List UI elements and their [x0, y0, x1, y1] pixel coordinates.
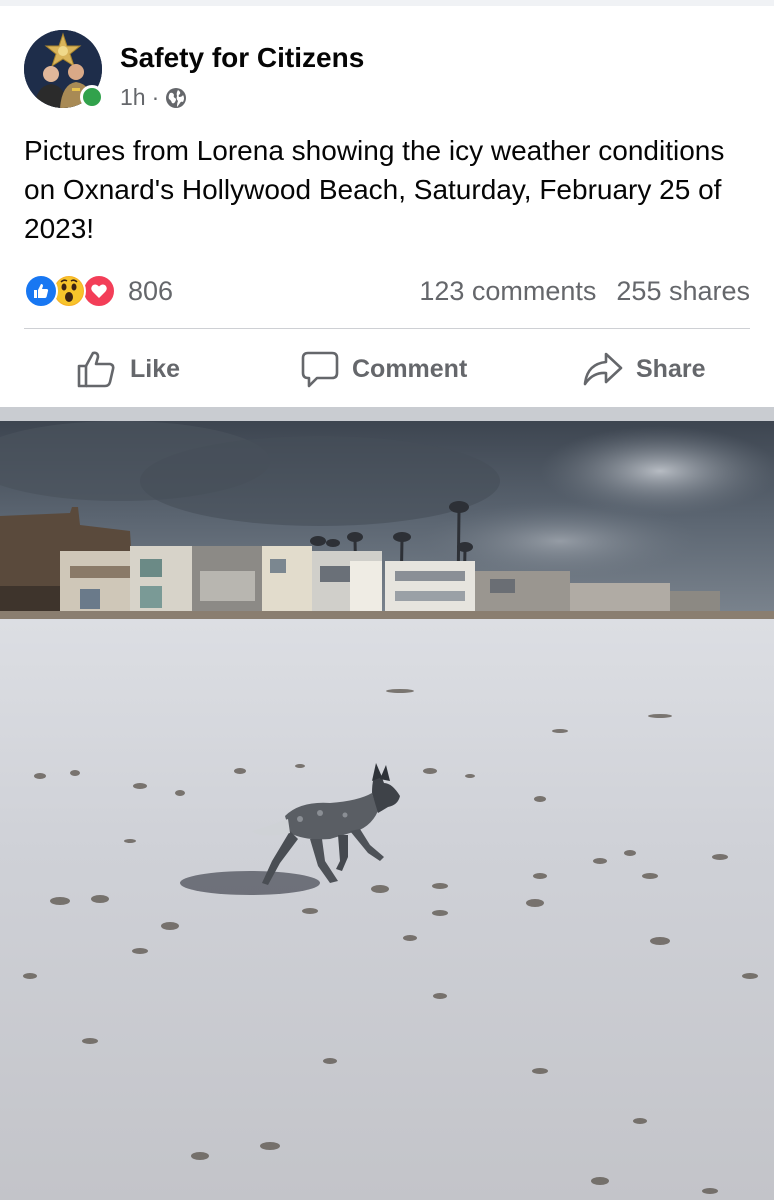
post-header: Safety for Citizens 1h ·: [24, 28, 750, 112]
engagement-stats: 123 comments 255 shares: [419, 276, 750, 307]
reaction-icons[interactable]: [24, 274, 124, 308]
reaction-count[interactable]: 806: [128, 276, 173, 307]
shares-count[interactable]: 255 shares: [616, 276, 750, 307]
comment-label: Comment: [352, 354, 468, 383]
post-photo[interactable]: [0, 421, 774, 1200]
photo-separator: [0, 407, 774, 421]
comment-button[interactable]: Comment: [300, 340, 467, 398]
online-status-indicator: [80, 85, 104, 109]
reactions-bar: 806 123 comments 255 shares: [24, 274, 750, 310]
post-meta: 1h ·: [120, 84, 187, 111]
comment-bubble-icon: [301, 351, 339, 388]
share-arrow-icon: [583, 352, 623, 386]
post-time[interactable]: 1h: [120, 84, 146, 111]
action-bar: Like Comment Share: [0, 340, 774, 400]
actions-divider: [24, 328, 750, 329]
love-reaction-icon: [82, 274, 116, 308]
post-text: Pictures from Lorena showing the icy wea…: [24, 135, 725, 244]
share-button[interactable]: Share: [582, 340, 705, 398]
top-separator: [0, 0, 774, 6]
thumbs-up-icon: [77, 351, 115, 388]
share-label: Share: [636, 354, 706, 383]
comments-count[interactable]: 123 comments: [419, 276, 596, 307]
like-label: Like: [130, 354, 181, 383]
like-reaction-icon: [24, 274, 58, 308]
meta-separator: ·: [151, 84, 160, 110]
like-button[interactable]: Like: [76, 340, 180, 398]
page-name[interactable]: Safety for Citizens: [120, 42, 364, 74]
globe-icon: [166, 87, 187, 108]
